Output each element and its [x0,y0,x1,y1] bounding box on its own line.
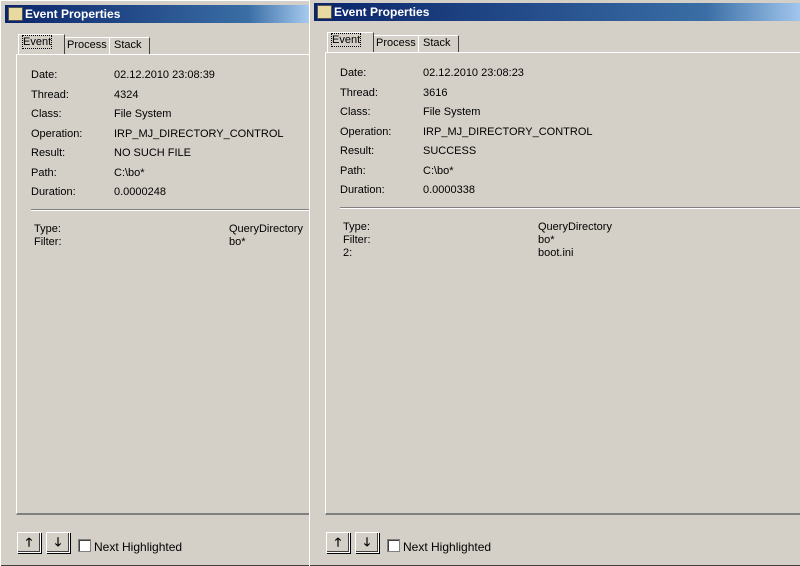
detail-label: Type: [343,221,370,233]
tab-label: Stack [114,39,142,51]
field-value: 0.0000338 [423,184,475,196]
window-title: Event Properties [25,7,121,21]
field-row: Path: C:\bo* [340,164,454,177]
event-tab-panel: Date: 02.12.2010 23:08:23 Thread: 3616 Class… [325,52,800,515]
field-label: Thread: [340,86,378,99]
detail-label: Type: [34,223,61,235]
field-label: Class: [340,106,371,118]
field-value: 02.12.2010 23:08:23 [423,67,524,79]
field-row: Path: C:\bo* [31,166,145,179]
field-value: IRP_MJ_DIRECTORY_CONTROL [114,127,284,140]
field-row: Class: File System [31,108,171,120]
field-row: Class: File System [340,106,480,118]
field-row: Thread: 4324 [31,88,138,101]
tab-event[interactable]: Event [327,32,374,52]
field-row: Thread: 3616 [340,86,447,99]
field-label: Duration: [340,184,385,196]
field-label: Result: [340,145,375,157]
field-label: Operation: [31,127,83,140]
field-value: 3616 [423,86,448,99]
tab-label: Event [21,35,53,49]
field-value: SUCCESS [423,145,477,157]
field-value: 02.12.2010 23:08:39 [114,69,215,81]
detail-row: Filter: bo* [343,234,555,247]
field-value: File System [423,106,481,118]
field-row: Operation: IRP_MJ_DIRECTORY_CONTROL [340,125,593,138]
detail-value: QueryDirectory [229,223,303,235]
next-highlighted-label[interactable]: Next Highlighted [403,540,491,554]
details-list: Type: QueryDirectory Filter: bo* 2: boot.ini [343,221,612,260]
arrow-up-icon: 🡑 [25,535,33,549]
tab-stack[interactable]: Stack [109,37,150,54]
tab-label: Process [376,37,416,49]
detail-row: Type: QueryDirectory [343,221,612,234]
tab-process[interactable]: Process [62,37,110,54]
arrow-down-icon: 🡓 [363,535,371,549]
divider [31,209,310,211]
field-value: C:\bo* [114,166,145,179]
next-event-button[interactable]: 🡓 [355,532,379,553]
field-label: Path: [31,166,57,179]
tab-label: Event [330,33,362,47]
divider [340,207,800,209]
field-row: Duration: 0.0000248 [31,186,166,198]
detail-row: Type: QueryDirectory [34,223,303,236]
detail-value: boot.ini [538,247,574,259]
tab-event[interactable]: Event [18,34,65,54]
previous-event-button[interactable]: 🡑 [17,532,41,553]
title-bar[interactable]: Event Properties [314,3,800,21]
field-row: Duration: 0.0000338 [340,184,475,196]
next-event-button[interactable]: 🡓 [46,532,70,553]
event-properties-window: Event Properties Event Process Stack Date: 0… [309,0,800,566]
field-value: 0.0000248 [114,186,166,198]
next-highlighted-checkbox[interactable] [78,539,91,552]
detail-row: Filter: bo* [34,236,246,249]
tab-label: Stack [423,37,451,49]
window-title: Event Properties [334,5,430,19]
detail-value: QueryDirectory [538,221,612,233]
arrow-up-icon: 🡑 [334,535,342,549]
tab-label: Process [67,39,107,51]
detail-value: bo* [538,234,555,246]
tab-process[interactable]: Process [371,35,419,52]
field-label: Class: [31,108,62,120]
next-highlighted-label[interactable]: Next Highlighted [94,540,182,554]
next-highlighted-checkbox[interactable] [387,539,400,552]
field-label: Path: [340,164,366,177]
field-label: Date: [31,69,58,81]
field-row: Date: 02.12.2010 23:08:39 [31,69,215,81]
field-row: Date: 02.12.2010 23:08:23 [340,67,524,79]
field-row: Operation: IRP_MJ_DIRECTORY_CONTROL [31,127,284,140]
field-label: Thread: [31,88,69,101]
app-icon [8,7,23,21]
previous-event-button[interactable]: 🡑 [326,532,350,553]
event-properties-window: Event Properties Event Process Stack Date: 0… [0,0,310,566]
arrow-down-icon: 🡓 [54,535,62,549]
title-bar[interactable]: Event Properties [5,5,309,23]
field-value: NO SUCH FILE [114,147,192,159]
field-value: C:\bo* [423,164,454,177]
field-value: 4324 [114,88,139,101]
field-label: Duration: [31,186,76,198]
detail-value: bo* [229,236,246,248]
field-row: Result: SUCCESS [340,145,476,157]
detail-label: Filter: [343,234,371,246]
field-label: Operation: [340,125,392,138]
detail-row: 2: boot.ini [343,247,573,260]
field-label: Result: [31,147,66,159]
detail-label: Filter: [34,236,62,248]
details-list: Type: QueryDirectory Filter: bo* [34,223,303,249]
tab-stack[interactable]: Stack [418,35,459,52]
field-label: Date: [340,67,367,79]
event-tab-panel: Date: 02.12.2010 23:08:39 Thread: 4324 Class… [16,54,310,515]
field-value: IRP_MJ_DIRECTORY_CONTROL [423,125,593,138]
detail-label: 2: [343,247,353,259]
field-value: File System [114,108,172,120]
app-icon [317,5,332,19]
field-row: Result: NO SUCH FILE [31,147,191,159]
